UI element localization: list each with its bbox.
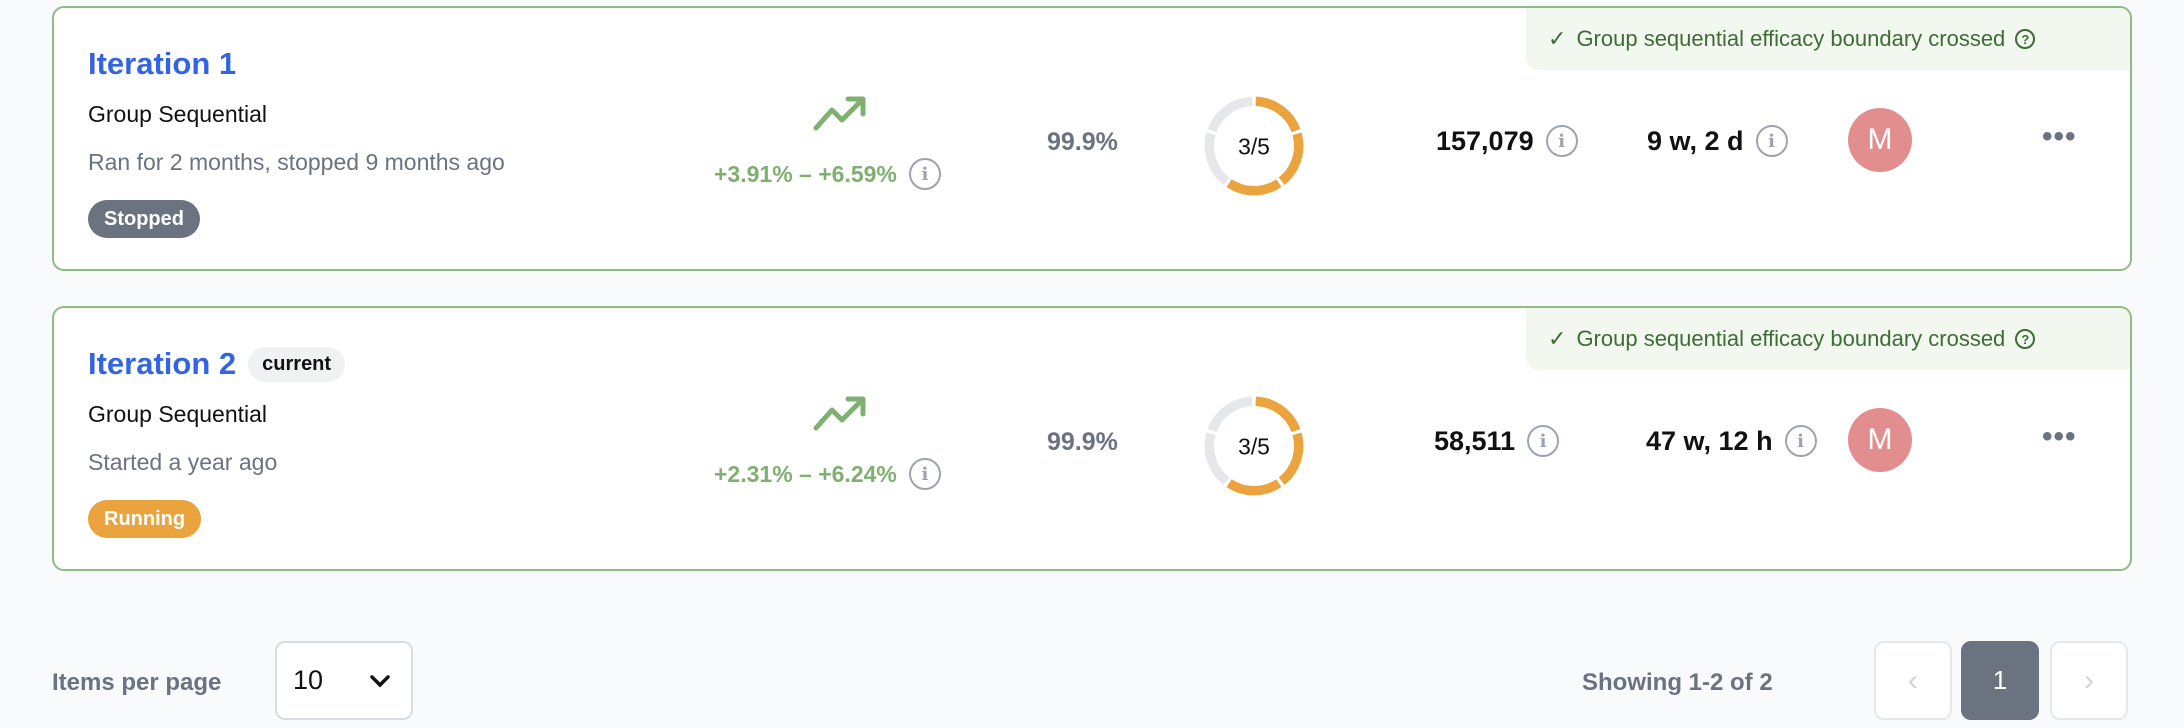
iteration-card[interactable]: ✓ Group sequential efficacy boundary cros… (52, 306, 2132, 571)
progress-label: 3/5 (1238, 133, 1270, 159)
progress-segment (1278, 132, 1304, 185)
iteration-card[interactable]: ✓ Group sequential efficacy boundary cros… (52, 6, 2132, 271)
progress-segment (1204, 132, 1230, 185)
efficacy-banner: ✓ Group sequential efficacy boundary cros… (1526, 308, 2130, 370)
help-icon[interactable]: ? (2015, 29, 2036, 49)
run-info: Started a year ago (88, 449, 278, 475)
chevron-down-icon (370, 674, 390, 687)
duration: 47 w, 12 h (1646, 425, 1773, 456)
progress-segment (1226, 179, 1282, 196)
duration: 9 w, 2 d (1647, 125, 1744, 156)
banner-text: Group sequential efficacy boundary cross… (1576, 26, 2006, 51)
info-icon[interactable]: i (1784, 425, 1817, 457)
chevron-right-icon: › (2084, 663, 2094, 697)
trending-up-icon (813, 396, 866, 431)
efficacy-banner: ✓ Group sequential efficacy boundary cros… (1526, 8, 2130, 70)
sample-size: 157,079 (1436, 125, 1534, 156)
probability: 99.9% (1047, 428, 1118, 456)
info-icon[interactable]: i (1527, 425, 1560, 457)
check-icon: ✓ (1548, 326, 1567, 351)
chevron-left-icon: ‹ (1908, 663, 1918, 697)
info-icon[interactable]: i (1545, 125, 1578, 157)
sample-size: 58,511 (1434, 425, 1516, 456)
progress-segment (1255, 396, 1301, 433)
progress-segment (1207, 96, 1253, 133)
progress-label: 3/5 (1238, 433, 1270, 459)
help-icon[interactable]: ? (2015, 329, 2036, 349)
effect-range: +2.31% – +6.24% (714, 460, 897, 487)
more-options-icon[interactable]: ••• (2042, 120, 2077, 154)
current-badge: current (248, 346, 346, 382)
progress-segment (1226, 479, 1282, 496)
probability: 99.9% (1047, 128, 1118, 156)
info-icon[interactable]: i (908, 158, 941, 190)
progress-ring: 3/5 (1204, 396, 1304, 496)
progress-segment (1255, 96, 1301, 133)
effect-range: +3.91% – +6.59% (714, 160, 897, 187)
avatar[interactable]: M (1848, 108, 1912, 172)
pagination-summary: Showing 1-2 of 2 (1582, 669, 1773, 696)
avatar[interactable]: M (1848, 408, 1912, 472)
check-icon: ✓ (1548, 26, 1567, 51)
items-per-page-label: Items per page (52, 669, 222, 696)
progress-segment (1204, 432, 1230, 485)
iteration-title[interactable]: Iteration 2 (88, 346, 236, 382)
items-per-page-select[interactable]: 10 (275, 641, 413, 720)
run-info: Ran for 2 months, stopped 9 months ago (88, 149, 505, 175)
progress-segment (1207, 396, 1253, 433)
method: Group Sequential (88, 401, 268, 427)
banner-text: Group sequential efficacy boundary cross… (1576, 326, 2006, 351)
items-per-page-value: 10 (293, 665, 324, 695)
progress-segment (1278, 432, 1304, 485)
status-badge: Running (88, 500, 202, 538)
more-options-icon[interactable]: ••• (2042, 420, 2077, 454)
page-button-1[interactable]: 1 (1961, 641, 2039, 720)
next-page-button[interactable]: › (2050, 641, 2128, 720)
status-badge: Stopped (88, 200, 200, 238)
progress-ring: 3/5 (1204, 96, 1304, 196)
info-icon[interactable]: i (1755, 125, 1788, 157)
trending-up-icon (813, 96, 866, 131)
info-icon[interactable]: i (908, 458, 941, 490)
method: Group Sequential (88, 101, 268, 127)
prev-page-button[interactable]: ‹ (1874, 641, 1952, 720)
iteration-title[interactable]: Iteration 1 (88, 46, 236, 82)
